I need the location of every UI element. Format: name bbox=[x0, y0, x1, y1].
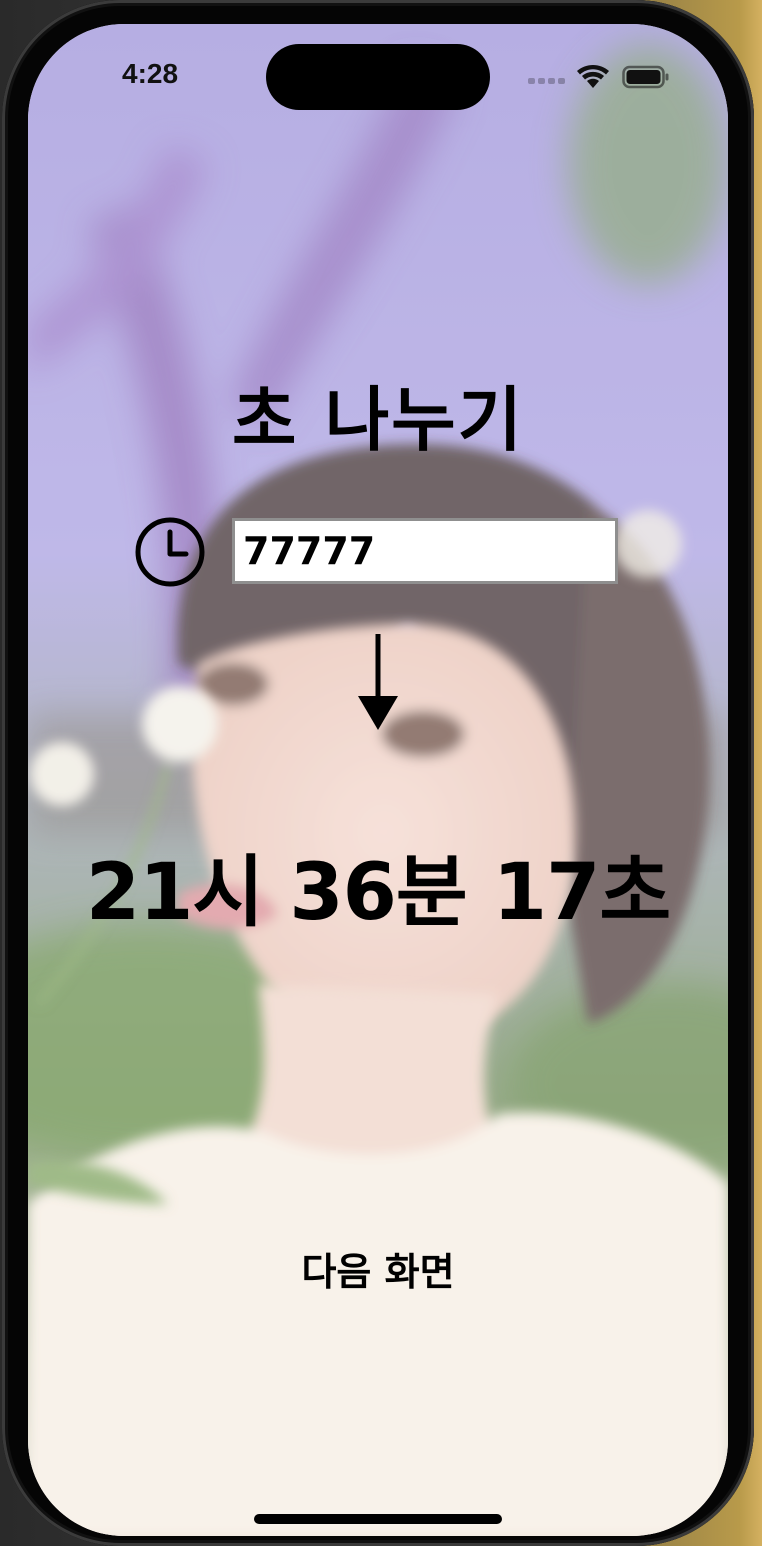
home-indicator[interactable] bbox=[254, 1514, 502, 1524]
seconds-input[interactable] bbox=[232, 518, 618, 584]
arrow-down-icon bbox=[358, 634, 398, 730]
page-title: 초 나누기 bbox=[232, 379, 524, 461]
result-text: 21시 36분 17초 bbox=[85, 848, 671, 938]
wifi-icon bbox=[577, 65, 609, 88]
phone-frame: 4:28 초 나누기 21시 36분 17초 다음 화면 bbox=[2, 0, 754, 1546]
battery-icon bbox=[622, 65, 669, 89]
background-tint bbox=[28, 24, 728, 1536]
cellular-signal-icon bbox=[528, 78, 566, 88]
clock-icon bbox=[135, 517, 205, 587]
dynamic-island bbox=[266, 44, 490, 110]
next-screen-button[interactable]: 다음 화면 bbox=[278, 1238, 478, 1298]
app-screen: 4:28 초 나누기 21시 36분 17초 다음 화면 bbox=[28, 24, 728, 1536]
status-time: 4:28 bbox=[122, 58, 179, 89]
